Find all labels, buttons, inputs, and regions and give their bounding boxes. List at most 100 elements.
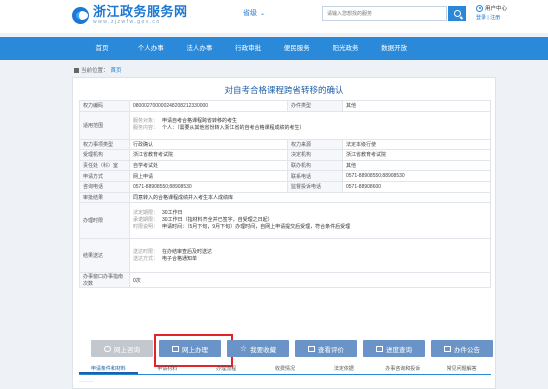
- site-header: 浙江政务服务网 www.zjzwfw.gov.cn 省级⌄ 用户中心 登录 | …: [0, 0, 548, 33]
- chevron-down-icon: ⌄: [260, 11, 266, 17]
- table-row: 咨询电话 0571-88908550;88908530 监督投诉电话 0571-…: [79, 180, 491, 193]
- main-nav: 首页 个人办事 法人办事 行政审批 便民服务 阳光政务 数据开放: [0, 37, 548, 60]
- tab-legal-basis[interactable]: 法定依据: [314, 364, 373, 374]
- tab-consult-complaint[interactable]: 办事咨询和投诉: [373, 364, 432, 374]
- progress-query-button[interactable]: 进度查询: [363, 340, 425, 357]
- field-key: 承诺期限：: [133, 217, 159, 224]
- table-row: 申请方式 网上申请 联系电话 0571-88908550;88908530: [79, 170, 491, 182]
- table-row: 责任处（科）室 自学考试处 联办机构 其他: [79, 159, 491, 172]
- row-value: 080002700000248208212330000: [129, 100, 288, 112]
- row-label: 审批结果: [79, 191, 130, 204]
- detail-tabs: 申请条件和材料 申请材料 办理流程 收费情况 法定依据 办事咨询和投诉 常见问题…: [79, 364, 491, 375]
- search-box: [322, 6, 447, 21]
- review-icon: [308, 345, 315, 352]
- user-icon: [476, 4, 483, 12]
- login-register-links[interactable]: 登录 | 注册: [476, 14, 507, 21]
- search-icon: [453, 10, 461, 17]
- site-title: 浙江政务服务网: [93, 4, 188, 19]
- view-review-button[interactable]: 查看评价: [295, 340, 357, 357]
- search-button[interactable]: [448, 6, 466, 21]
- button-label: 进度查询: [386, 346, 412, 354]
- field-key: 法定期限：: [133, 210, 159, 217]
- detail-panel: 对自考合格课程跨省转移的确认 权力编码 08000270000024820821…: [72, 77, 496, 389]
- row-label: 权力事项类型: [79, 138, 130, 151]
- chat-icon: [104, 345, 111, 352]
- tab-conditions[interactable]: 申请条件和材料: [79, 364, 138, 374]
- user-center-label: 用户中心: [485, 6, 508, 12]
- button-label: 我要收藏: [250, 346, 277, 354]
- button-label: 查看评价: [318, 346, 344, 354]
- row-value: 其他: [342, 100, 491, 112]
- row-label: 咨询电话: [79, 180, 130, 193]
- row-label: 监督投诉电话: [287, 180, 343, 193]
- row-label: 办件类型: [287, 100, 343, 112]
- row-label: 适用范围: [79, 110, 130, 140]
- table-row: 受理机构 浙江省教育考试院 决定机构 浙江省教育考试院: [79, 149, 491, 161]
- field-text: 申请自考合格课程跨省转移的考生: [162, 118, 238, 125]
- tab-materials[interactable]: 申请材料: [138, 364, 197, 374]
- row-value: 浙江省教育考试院: [342, 149, 491, 161]
- tab-process[interactable]: 办理流程: [197, 364, 256, 374]
- nav-item-personal[interactable]: 个人办事: [127, 37, 175, 60]
- table-row: 办理时限 法定期限： 30工作日 承诺期限： 30工作日（指材料齐全并已签字，自受理…: [79, 202, 491, 240]
- table-row: 办事窗口办事指南次数 0次: [79, 272, 491, 289]
- row-label: 办理时限: [79, 202, 130, 240]
- site-logo[interactable]: 浙江政务服务网 www.zjzwfw.gov.cn: [72, 5, 188, 25]
- row-value: 浙江省教育考试院: [129, 149, 288, 161]
- search-input[interactable]: [323, 7, 446, 20]
- info-table: 权力编码 080002700000248208212330000 办件类型 其他…: [79, 100, 491, 289]
- row-label: 申请方式: [79, 170, 130, 182]
- nav-item-legal[interactable]: 法人办事: [175, 37, 223, 60]
- row-value: 0次: [129, 272, 491, 289]
- table-row: 审批结果 同意转入的合格课程成绩并入考生本人成绩库: [79, 191, 491, 204]
- progress-icon: [376, 345, 383, 352]
- time-limit-cell: 法定期限： 30工作日 承诺期限： 30工作日（指材料齐全并已签字，自受理之日起） …: [129, 202, 491, 240]
- row-label: 办事窗口办事指南次数: [79, 272, 130, 289]
- nav-item-approval[interactable]: 行政审批: [224, 37, 272, 60]
- online-handle-button[interactable]: 网上办理: [159, 340, 221, 357]
- online-consult-button[interactable]: 网上咨询: [91, 340, 153, 357]
- field-key: 时限说明：: [133, 224, 159, 231]
- row-label: 受理机构: [79, 149, 130, 161]
- row-value: 法定本级行使: [342, 138, 491, 151]
- scope-cell: 服务对象： 申请自考合格课程跨省转移的考生 服务内容： 个人：（需要从其他省份转入浙…: [129, 110, 491, 140]
- monitor-icon: [172, 345, 179, 352]
- row-value: 其他: [342, 159, 491, 172]
- tab-content-preview: ………: [79, 378, 94, 384]
- row-value: 自学考试处: [129, 159, 288, 172]
- breadcrumb-home[interactable]: 首页: [111, 66, 122, 74]
- row-label: 责任处（科）室: [79, 159, 130, 172]
- button-label: 网上咨询: [114, 346, 140, 354]
- nav-item-services[interactable]: 便民服务: [273, 37, 321, 60]
- row-value: 网上申请: [129, 170, 288, 182]
- row-value: 0571-88908550;88908530: [129, 180, 288, 193]
- page-title: 对自考合格课程跨省转移的确认: [224, 85, 344, 95]
- field-text: 电子合格通知单: [162, 255, 198, 262]
- field-key: 服务对象：: [133, 118, 159, 125]
- field-text: 30工作日（指材料齐全并已签字，自受理之日起）: [162, 217, 273, 224]
- nav-item-affairs[interactable]: 阳光政务: [321, 37, 369, 60]
- province-selector[interactable]: 省级 ⌄: [243, 8, 265, 18]
- breadcrumb: 当前位置： 首页: [74, 66, 122, 74]
- row-value: 同意转入的合格课程成绩并入考生本人成绩库: [129, 191, 491, 204]
- row-label: 权力来源: [287, 138, 343, 151]
- nav-item-data[interactable]: 数据开放: [370, 37, 418, 60]
- row-value: 行政确认: [129, 138, 288, 151]
- field-key: 送达时限：: [133, 248, 159, 255]
- tab-fees[interactable]: 收费情况: [256, 364, 315, 374]
- field-key: 送达方式：: [133, 255, 159, 262]
- star-icon: ☆: [239, 343, 248, 353]
- case-notice-button[interactable]: 办件公告: [431, 340, 493, 357]
- logo-icon: [72, 6, 89, 24]
- nav-item-home[interactable]: 首页: [78, 37, 126, 60]
- breadcrumb-prefix: 当前位置：: [81, 68, 109, 74]
- tab-faq[interactable]: 常见问题解答: [432, 364, 491, 374]
- row-label: 权力编码: [79, 100, 130, 112]
- table-row: 权力事项类型 行政确认 权力来源 法定本级行使: [79, 138, 491, 151]
- province-label: 省级: [243, 10, 257, 17]
- row-label: 结果送达: [79, 238, 130, 274]
- favorite-button[interactable]: ☆ 我要收藏: [227, 340, 289, 357]
- location-icon: [74, 67, 79, 73]
- user-center[interactable]: 用户中心 登录 | 注册: [476, 4, 507, 21]
- delivery-cell: 送达时限： 在办结审查后及时送达 送达方式： 电子合格通知单: [129, 238, 491, 274]
